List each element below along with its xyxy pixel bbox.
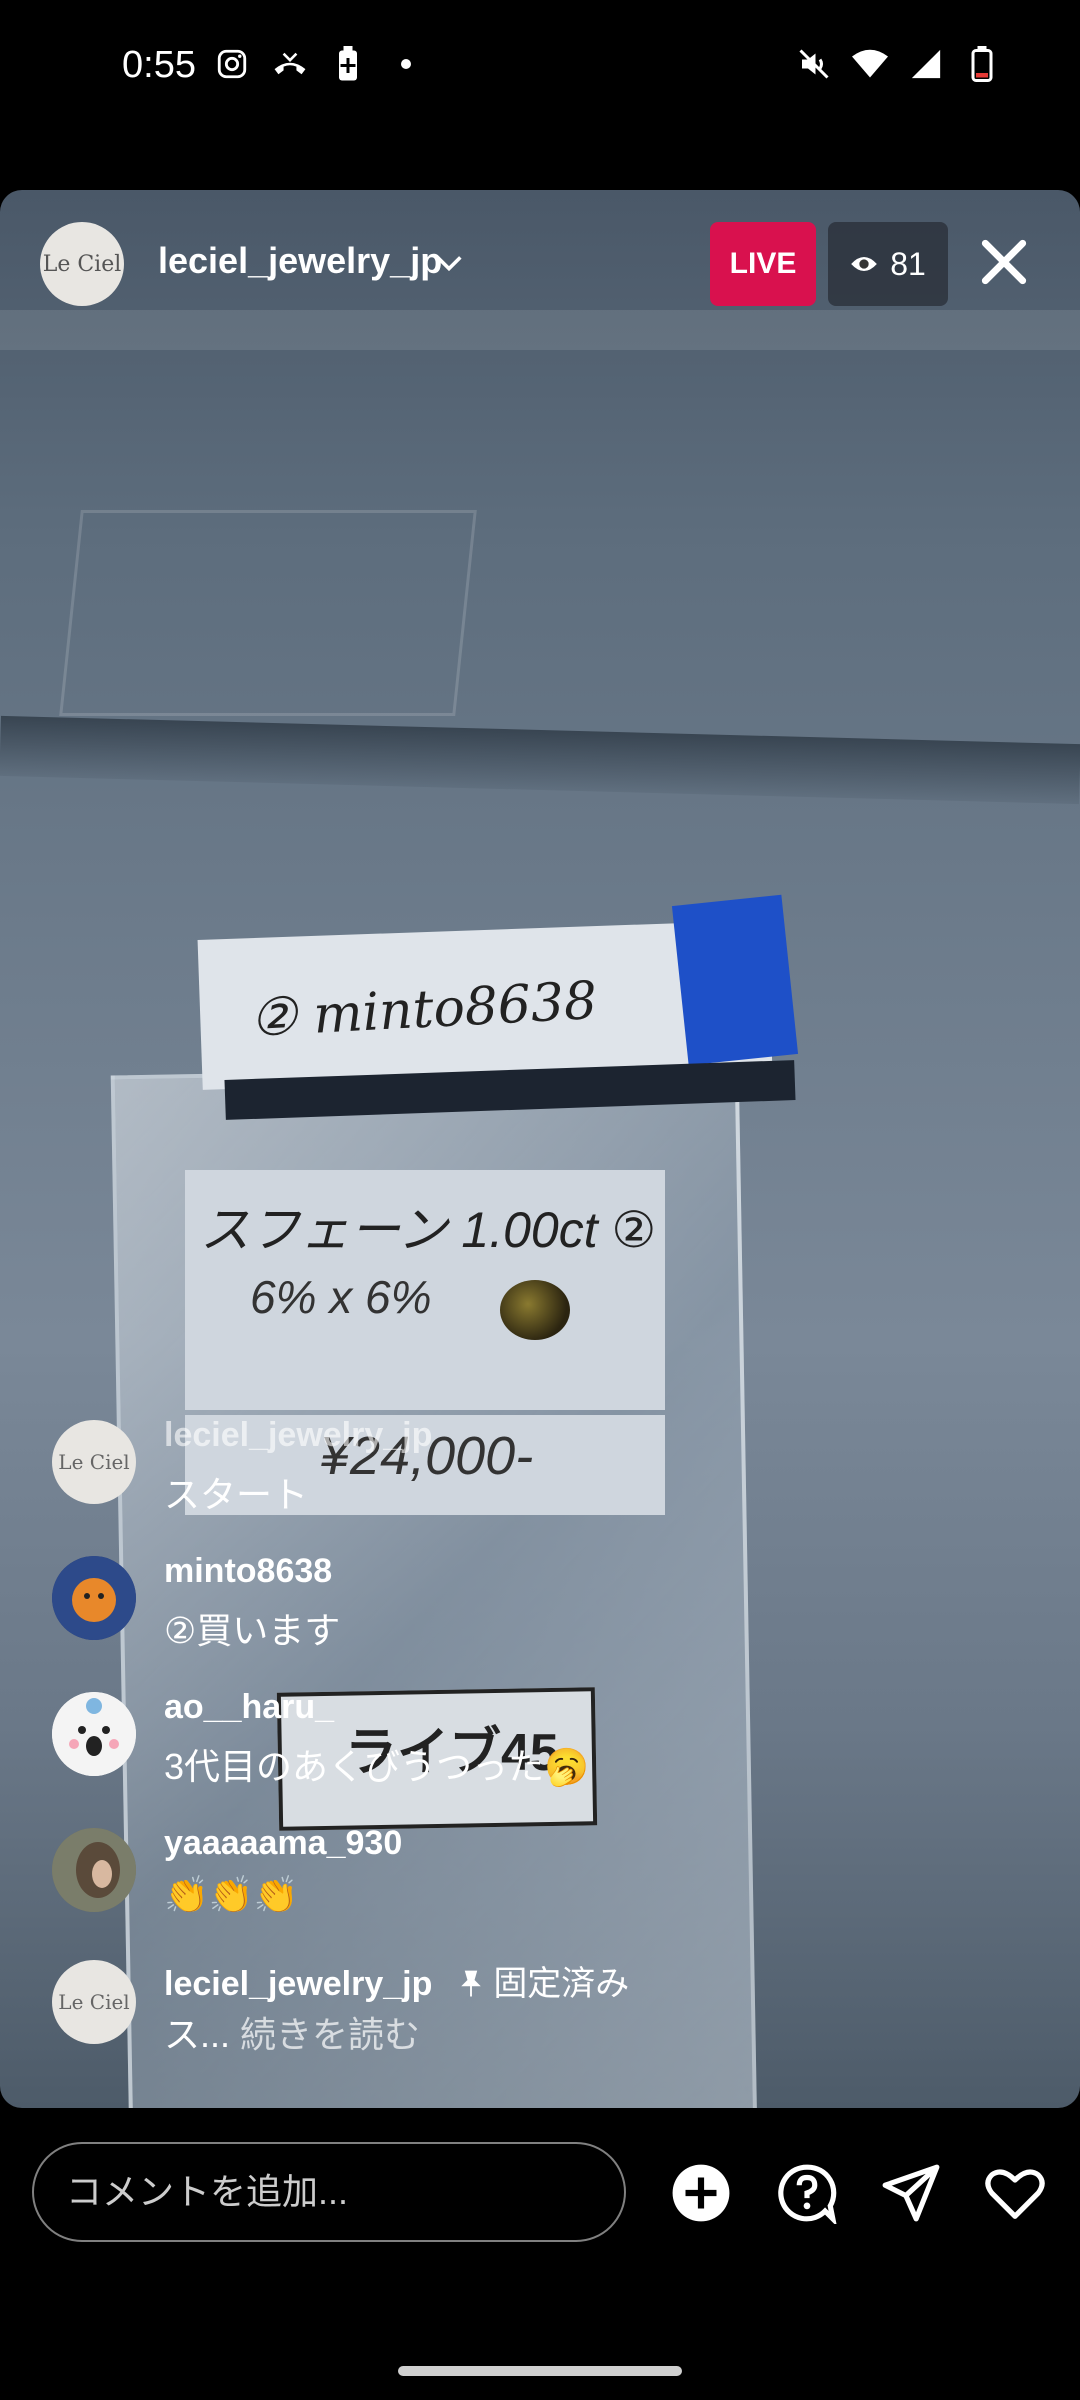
orange-character-icon (52, 1556, 136, 1640)
comment-text: 👏👏👏 (164, 1874, 299, 1915)
host-avatar-logo: Le Ciel (42, 251, 122, 277)
viewer-count: 81 (890, 245, 926, 282)
pinned-label: 固定済み (493, 1965, 630, 2003)
status-time: 0:55 (122, 44, 196, 86)
comment-username[interactable]: ao__haru_ (164, 1688, 334, 1727)
comment-text: スタート (164, 1474, 309, 1515)
question-icon[interactable] (776, 2162, 838, 2224)
cartoon-face-icon (52, 1692, 136, 1776)
pinned-username: leciel_jewelry_jp (164, 1965, 433, 2003)
viewer-count-badge[interactable]: 81 (828, 222, 948, 306)
status-left-icons (214, 46, 424, 82)
video-ledge (0, 715, 1080, 805)
dot-icon (388, 46, 424, 82)
pinned-comment-text: ス... (164, 2014, 231, 2055)
video-background-shape (59, 510, 477, 716)
read-more-link[interactable]: 続きを読む (240, 2014, 420, 2055)
eye-icon (850, 246, 878, 283)
wifi-icon (852, 46, 888, 82)
mute-icon (796, 46, 832, 82)
blue-tape (671, 894, 799, 1066)
home-indicator[interactable] (398, 2366, 682, 2376)
comment-input[interactable] (32, 2142, 626, 2242)
comment-username[interactable]: leciel_jewelry_jp 固定済み (164, 1956, 629, 2005)
close-button[interactable] (972, 230, 1036, 294)
comment-text: ②買います (164, 1610, 341, 1651)
chevron-down-icon[interactable] (432, 246, 466, 280)
leciel-logo-icon: Le Ciel (58, 1990, 130, 2014)
comment-avatar[interactable] (52, 1556, 136, 1640)
host-username[interactable]: leciel_jewelry_jp (158, 240, 442, 282)
comment-username[interactable]: minto8638 (164, 1552, 332, 1591)
gemstone (500, 1280, 570, 1340)
leciel-logo-icon: Le Ciel (58, 1450, 130, 1474)
battery-icon (964, 46, 1000, 82)
comment-avatar[interactable] (52, 1692, 136, 1776)
status-right-icons (796, 46, 1000, 82)
battery-saver-icon (330, 46, 366, 82)
live-badge: LIVE (710, 222, 816, 306)
add-icon[interactable] (670, 2162, 732, 2224)
instagram-icon (214, 46, 250, 82)
missed-call-icon (272, 46, 308, 82)
photo-avatar-icon (52, 1828, 136, 1912)
send-icon[interactable] (880, 2162, 942, 2224)
bag-label-line1: スフェーン 1.00ct ② (200, 1202, 657, 1258)
video-shelf (0, 310, 1080, 350)
pin-icon (461, 1970, 481, 1997)
signal-icon (908, 46, 944, 82)
host-avatar[interactable]: Le Ciel (40, 222, 124, 306)
status-bar: 0:55 (0, 0, 1080, 130)
comment-username[interactable]: leciel_jewelry_jp (164, 1416, 432, 1455)
comment-username[interactable]: yaaaaama_930 (164, 1824, 402, 1863)
bag-label-line2: 6% x 6% (250, 1271, 432, 1323)
comment-text: 3代目のあくびうつった🥱 (164, 1746, 589, 1787)
live-video[interactable]: ② minto8638 スフェーン 1.00ct ② 6% x 6% ¥24,0… (0, 190, 1080, 2108)
comment-avatar[interactable] (52, 1828, 136, 1912)
comment-avatar[interactable]: Le Ciel (52, 1420, 136, 1504)
pinned-tag: 固定済み (458, 1965, 629, 2003)
comment-avatar[interactable]: Le Ciel (52, 1960, 136, 2044)
heart-icon[interactable] (984, 2162, 1046, 2224)
comment-text: ス... 続きを読む (164, 2006, 420, 2058)
